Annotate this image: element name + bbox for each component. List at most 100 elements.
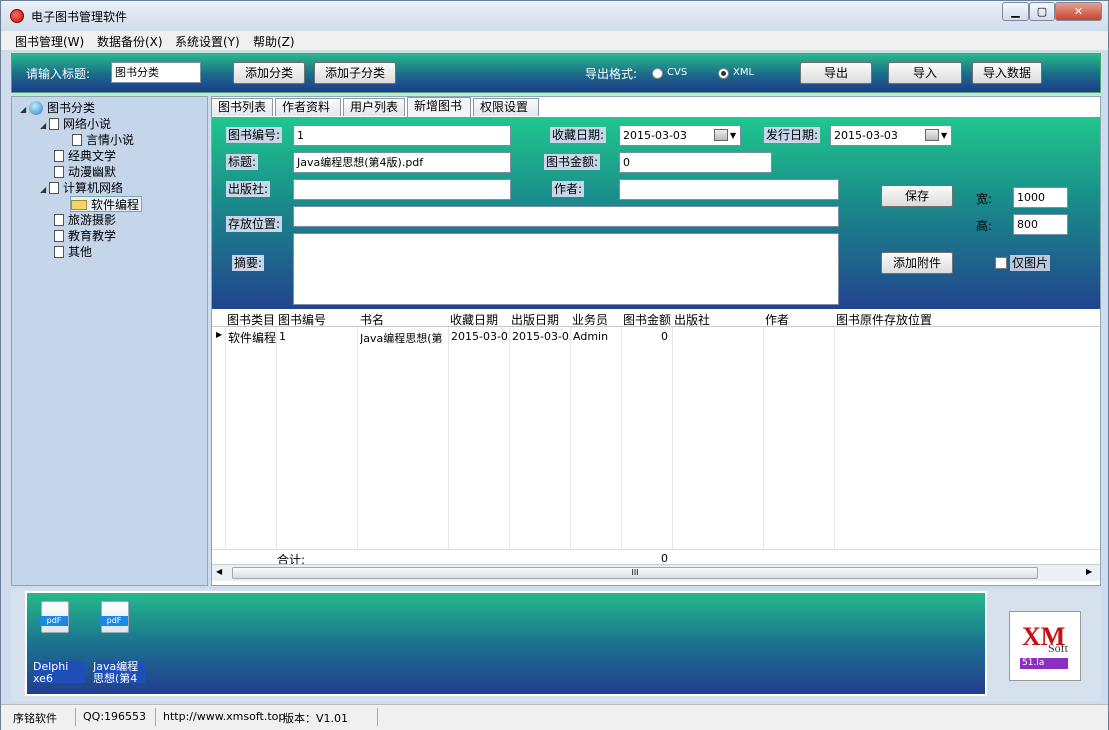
tree-label: 教育教学 [68,229,117,243]
grid-cell: Admin [573,330,609,343]
add-attachment-button[interactable]: 添加附件 [881,252,953,274]
add-category-button[interactable]: 添加分类 [233,62,305,84]
title-input[interactable]: Java编程思想(第4版).pdf [293,152,511,173]
export-button[interactable]: 导出 [800,62,872,84]
grid-cell: 0 [661,330,668,343]
save-button[interactable]: 保存 [881,185,953,207]
tree-label: 动漫幽默 [68,165,117,179]
chevron-down-icon[interactable]: ▼ [941,126,947,145]
format-xml-radio[interactable] [718,68,729,79]
tree-item-other[interactable]: 其他 [54,244,92,260]
tree-label: 网络小说 [63,117,112,131]
document-icon [54,230,64,242]
grid-header: 图书类目 图书编号 书名 收藏日期 出版日期 业务员 图书金额 出版社 作者 图… [212,309,1100,327]
tab-book-list[interactable]: 图书列表 [211,98,273,116]
tree-item-classic[interactable]: 经典文学 [54,148,116,164]
menu-system-settings[interactable]: 系统设置(Y) [175,33,240,50]
summary-textarea[interactable] [293,233,839,305]
column-header[interactable]: 作者 [765,311,833,328]
open-folder-icon [71,200,87,210]
status-version: 版本：V1.01 [283,712,349,725]
column-header[interactable]: 业务员 [572,311,620,328]
document-icon [54,214,64,226]
import-data-button[interactable]: 导入数据 [972,62,1042,84]
app-icon [10,9,24,23]
status-company: 序铭软件 [13,712,57,725]
collect-date-value: 2015-03-03 [623,129,687,142]
publisher-input[interactable] [293,179,511,200]
expand-icon[interactable]: ◢ [40,118,49,134]
column-header[interactable]: 图书金额 [623,311,671,328]
tab-permissions[interactable]: 权限设置 [473,98,539,116]
document-icon [54,150,64,162]
calendar-icon[interactable] [714,129,728,141]
publish-date-picker[interactable]: 2015-03-03 ▼ [830,125,952,146]
grid-cell: 1 [279,330,286,343]
grid-cell: 软件编程 [228,331,276,345]
format-cvs-radio[interactable] [652,68,663,79]
tree-label: 旅游摄影 [68,213,117,227]
tab-add-book[interactable]: 新增图书 [407,97,471,117]
import-button[interactable]: 导入 [888,62,962,84]
scroll-left-icon[interactable]: ◀ [216,567,222,576]
width-input[interactable]: 1000 [1013,187,1068,208]
horizontal-scrollbar[interactable]: ◀ III ▶ [212,564,1100,581]
toolbar: 请输入标题: 图书分类 添加分类 添加子分类 导出格式: CVS XML 导出 … [11,53,1101,93]
column-header[interactable]: 图书类目 [227,311,277,328]
tree-item-education[interactable]: 教育教学 [54,228,116,244]
grid-cell: 2015-03-03 [451,330,509,343]
window-title: 电子图书管理软件 [31,10,128,24]
scroll-right-icon[interactable]: ▶ [1086,567,1092,576]
status-url[interactable]: http://www.xmsoft.top [163,710,285,723]
calendar-icon[interactable] [925,129,939,141]
scroll-thumb[interactable]: III [232,567,1038,579]
tree-item-travel[interactable]: 旅游摄影 [54,212,116,228]
amount-input[interactable]: 0 [619,152,772,173]
expand-icon[interactable]: ◢ [40,182,49,198]
menu-data-backup[interactable]: 数据备份(X) [97,33,163,50]
column-header[interactable]: 图书编号 [278,311,356,328]
tree-label: 软件编程 [91,198,140,212]
export-format-label: 导出格式: [585,67,638,81]
maximize-button[interactable]: ▢ [1029,2,1055,21]
menu-help[interactable]: 帮助(Z) [253,33,295,50]
height-input[interactable]: 800 [1013,214,1068,235]
grid-cell: 2015-03-03 [512,330,570,343]
tree-item-romance[interactable]: 言情小说 [72,132,134,148]
author-label: 作者: [552,181,585,197]
expand-icon[interactable]: ◢ [20,102,29,118]
minimize-button[interactable]: ▁ [1002,2,1029,21]
tree-item-web-novel[interactable]: ◢ 网络小说 [40,116,111,132]
column-header[interactable]: 图书原件存放位置 [836,311,1036,328]
menu-book-management[interactable]: 图书管理(W) [15,33,84,50]
logo-badge: 51.la [1020,658,1068,669]
category-title-input[interactable]: 图书分类 [111,62,201,83]
tree-label: 经典文学 [68,149,117,163]
format-xml-label: XML [733,67,755,78]
document-icon [72,134,82,146]
author-input[interactable] [619,179,839,200]
summary-label: 摘要: [232,255,265,271]
tree-item-comic[interactable]: 动漫幽默 [54,164,116,180]
add-subcategory-button[interactable]: 添加子分类 [314,62,396,84]
tree-label: 其他 [68,245,93,259]
chevron-down-icon[interactable]: ▼ [730,126,736,145]
tree-item-computer[interactable]: ◢ 计算机网络 [40,180,123,196]
tree-root[interactable]: ◢ 图书分类 [20,100,95,116]
column-header[interactable]: 出版日期 [511,311,569,328]
tree-item-programming[interactable]: 软件编程 [70,196,143,212]
location-input[interactable] [293,206,839,227]
column-header[interactable]: 书名 [360,311,446,328]
collect-date-picker[interactable]: 2015-03-03 ▼ [619,125,741,146]
image-only-checkbox[interactable] [995,257,1007,269]
tab-author-info[interactable]: 作者资料 [275,98,341,116]
close-button[interactable]: ✕ [1055,2,1102,21]
xmsoft-logo: XM Soft 51.la [1009,611,1081,681]
book-no-input[interactable]: 1 [293,125,511,146]
pdf-file-icon: pdF [40,601,69,633]
document-icon [54,166,64,178]
tab-user-list[interactable]: 用户列表 [343,98,405,116]
publisher-label: 出版社: [226,181,271,197]
column-header[interactable]: 收藏日期 [450,311,508,328]
column-header[interactable]: 出版社 [674,311,762,328]
